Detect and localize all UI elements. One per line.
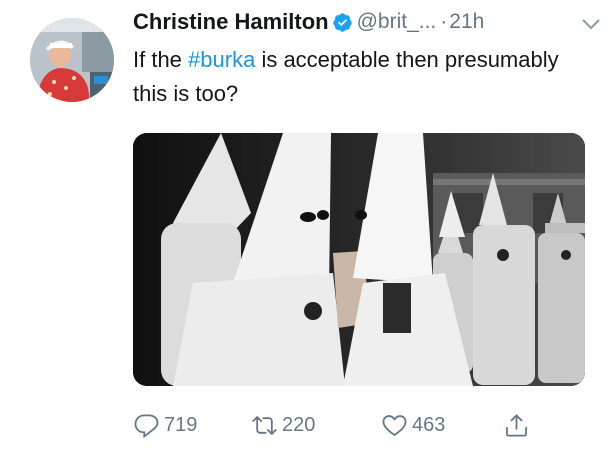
photo-image [133, 133, 585, 386]
tweet-card[interactable]: Christine Hamilton @brit_... ·21h If the #… [0, 0, 615, 462]
verified-badge-icon [332, 12, 353, 33]
hashtag-link[interactable]: #burka [188, 47, 255, 72]
author-name[interactable]: Christine Hamilton [133, 9, 329, 34]
tweet-text-prefix: If the [133, 47, 189, 72]
share-button[interactable] [503, 405, 530, 445]
reply-count: 719 [164, 413, 198, 436]
share-icon [506, 413, 527, 437]
like-count: 463 [412, 413, 446, 436]
reply-button[interactable]: 719 [133, 405, 197, 445]
retweet-count: 220 [282, 413, 316, 436]
tweet-media-photo[interactable] [133, 133, 585, 386]
avatar-image [30, 18, 114, 102]
author-handle[interactable]: @brit_... [357, 10, 437, 33]
tweet-text: If the #burka is acceptable then presuma… [133, 43, 573, 111]
author-avatar[interactable] [30, 18, 114, 102]
heart-icon [382, 414, 407, 436]
reply-icon [134, 413, 159, 438]
retweet-button[interactable]: 220 [251, 405, 315, 445]
chevron-down-icon[interactable] [581, 17, 601, 31]
tweet-actions-bar: 719 220 463 [133, 405, 573, 445]
header-separator: · [440, 10, 448, 33]
tweet-header: Christine Hamilton @brit_... ·21h [133, 9, 603, 43]
tweet-timestamp[interactable]: 21h [449, 10, 484, 33]
like-button[interactable]: 463 [381, 405, 445, 445]
retweet-icon [252, 415, 277, 435]
